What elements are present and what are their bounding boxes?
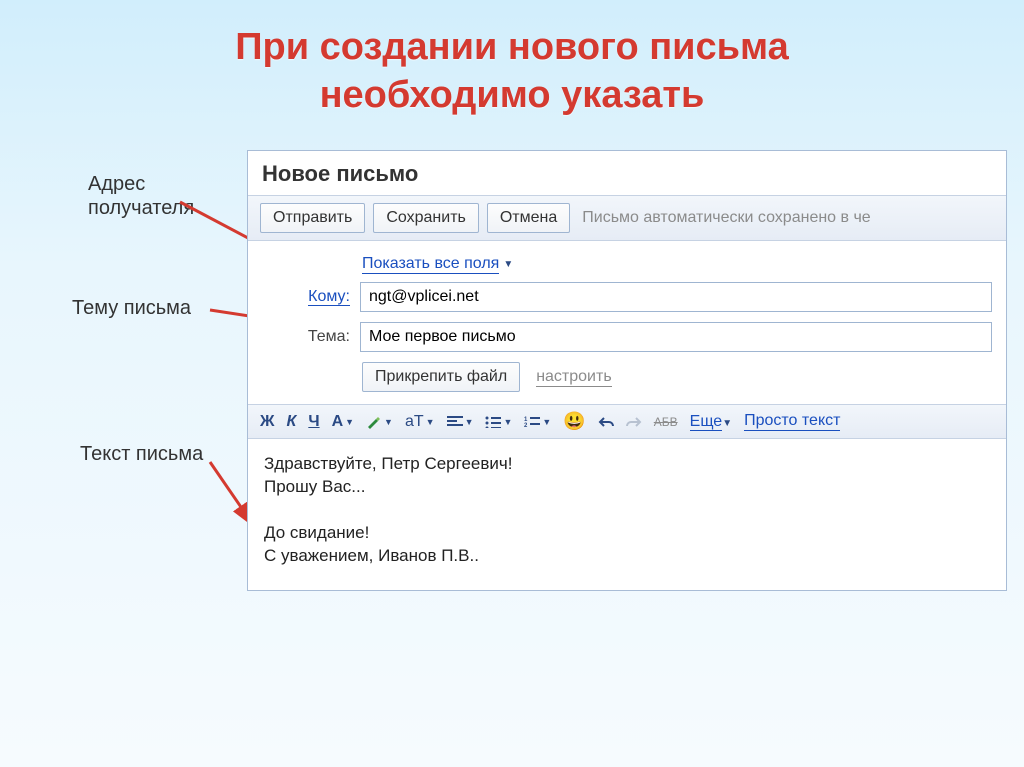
- bold-button[interactable]: Ж: [260, 413, 274, 431]
- save-button[interactable]: Сохранить: [373, 203, 479, 233]
- subject-field[interactable]: [360, 322, 992, 352]
- highlighter-icon: [366, 415, 382, 429]
- plain-text-link[interactable]: Просто текст: [744, 412, 840, 431]
- configure-link[interactable]: настроить: [536, 368, 611, 387]
- subject-label: Тема:: [262, 328, 350, 346]
- slide-title-line2: необходимо указать: [40, 72, 984, 120]
- autosave-status: Письмо автоматически сохранено в че: [582, 209, 870, 227]
- numbered-list-icon: 12: [524, 416, 540, 428]
- font-color-button[interactable]: А▼: [332, 413, 354, 431]
- send-button[interactable]: Отправить: [260, 203, 365, 233]
- side-label-body: Текст письма: [80, 442, 203, 466]
- chevron-down-icon: ▼: [465, 417, 474, 427]
- chevron-down-icon: ▼: [503, 417, 512, 427]
- chevron-down-icon: ▼: [345, 417, 354, 427]
- font-color-a-icon: А: [332, 413, 344, 431]
- message-body[interactable]: Здравствуйте, Петр Сергеевич! Прошу Вас.…: [248, 439, 1006, 590]
- undo-icon: [598, 415, 614, 429]
- format-toolbar: Ж К Ч А▼ ▼ аТ▼ ▼ ▼ 12▼ 😃 АБВ Е: [248, 404, 1006, 439]
- chevron-down-icon: ▼: [722, 418, 732, 429]
- more-link[interactable]: Еще: [690, 413, 723, 431]
- attach-row: Прикрепить файл настроить: [362, 362, 992, 392]
- font-size-icon: аТ: [405, 413, 424, 431]
- to-field[interactable]: [360, 282, 992, 312]
- bullet-list-icon: [485, 416, 501, 428]
- attach-file-button[interactable]: Прикрепить файл: [362, 362, 520, 392]
- underline-button[interactable]: Ч: [308, 413, 319, 431]
- show-all-fields-link[interactable]: Показать все поля: [362, 255, 499, 274]
- side-label-recipient-l1: Адрес: [88, 172, 194, 196]
- chevron-down-icon: ▼: [503, 259, 513, 270]
- chevron-down-icon: ▼: [426, 417, 435, 427]
- slide-title: При создании нового письма необходимо ук…: [0, 0, 1024, 129]
- font-size-button[interactable]: аТ▼: [405, 413, 435, 431]
- svg-text:2: 2: [524, 423, 528, 428]
- chevron-down-icon: ▼: [542, 417, 551, 427]
- toolbar: Отправить Сохранить Отмена Письмо автома…: [248, 195, 1006, 241]
- redo-button[interactable]: [626, 415, 642, 429]
- side-label-recipient: Адрес получателя: [88, 172, 194, 220]
- to-label-link[interactable]: Кому:: [308, 288, 350, 306]
- show-all-fields-row: Показать все поля ▼: [362, 255, 992, 274]
- to-label: Кому:: [262, 288, 350, 306]
- strikethrough-button[interactable]: АБВ: [654, 415, 678, 429]
- side-label-subject: Тему письма: [72, 296, 191, 320]
- redo-icon: [626, 415, 642, 429]
- cancel-button[interactable]: Отмена: [487, 203, 570, 233]
- email-compose-window: Новое письмо Отправить Сохранить Отмена …: [247, 150, 1007, 591]
- highlight-button[interactable]: ▼: [366, 415, 393, 429]
- align-button[interactable]: ▼: [447, 416, 474, 428]
- numbered-list-button[interactable]: 12▼: [524, 416, 551, 428]
- emoji-button[interactable]: 😃: [563, 411, 585, 432]
- to-row: Кому:: [262, 282, 992, 312]
- undo-button[interactable]: [598, 415, 614, 429]
- form-area: Показать все поля ▼ Кому: Тема: Прикрепи…: [248, 241, 1006, 404]
- emoji-icon: 😃: [563, 411, 585, 432]
- align-icon: [447, 416, 463, 428]
- chevron-down-icon: ▼: [384, 417, 393, 427]
- slide-title-line1: При создании нового письма: [40, 24, 984, 72]
- more-dropdown[interactable]: Еще▼: [690, 413, 732, 431]
- bullet-list-button[interactable]: ▼: [485, 416, 512, 428]
- italic-button[interactable]: К: [286, 413, 296, 431]
- window-title: Новое письмо: [248, 151, 1006, 195]
- subject-row: Тема:: [262, 322, 992, 352]
- side-label-recipient-l2: получателя: [88, 196, 194, 220]
